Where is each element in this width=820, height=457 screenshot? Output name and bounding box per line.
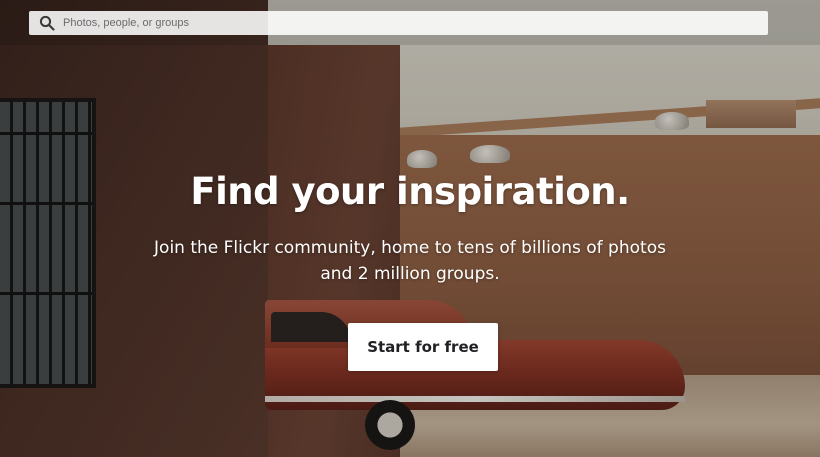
hero: Find your inspiration. Join the Flickr c… [0,170,820,287]
search-icon[interactable] [35,11,59,35]
hero-subtitle: Join the Flickr community, home to tens … [154,238,666,284]
top-bar [0,0,820,45]
hero-title: Find your inspiration. [190,170,630,213]
start-for-free-button[interactable]: Start for free [348,323,498,371]
landing-page: Find your inspiration. Join the Flickr c… [0,0,820,457]
search-bar[interactable] [29,11,768,35]
search-input[interactable] [59,12,768,34]
